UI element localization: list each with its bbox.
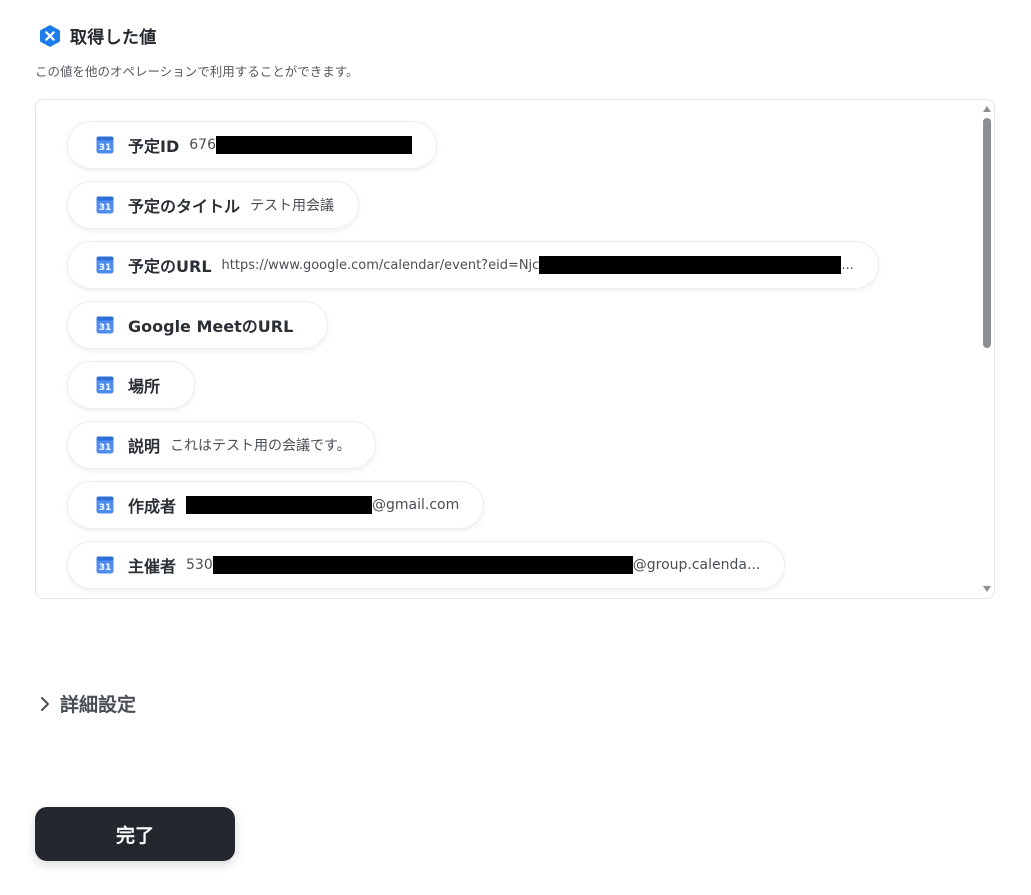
value-text: テスト用会議: [250, 198, 335, 214]
value-chip-location[interactable]: 31 場所: [67, 361, 196, 409]
svg-text:31: 31: [99, 563, 112, 573]
value-chip-value: これはテスト用の会議です。: [170, 435, 351, 455]
value-text: https://www.google.com/calendar/event?ei…: [221, 257, 540, 273]
details-toggle[interactable]: 詳細設定: [38, 690, 136, 717]
value-text: @gmail.com: [372, 497, 460, 513]
value-chip-value: 676: [189, 136, 412, 154]
value-chip-label: 予定のURL: [128, 257, 212, 276]
value-text: 530: [186, 557, 213, 573]
section-subtitle: この値を他のオペレーションで利用することができます。: [35, 64, 359, 79]
value-chip-event-title[interactable]: 31 予定のタイトル テスト用会議: [67, 181, 360, 229]
section-header: 取得した値: [38, 23, 157, 48]
value-chip-meet-url[interactable]: 31 Google MeetのURL: [67, 301, 329, 349]
google-calendar-icon: 31: [96, 556, 114, 574]
redaction-block: [186, 496, 373, 514]
details-label: 詳細設定: [60, 694, 137, 716]
value-text: これはテスト用の会議です。: [170, 438, 351, 454]
value-chip-description[interactable]: 31 説明 これはテスト用の会議です。: [67, 421, 376, 469]
values-panel: 31 予定ID 676 31 予定のタイトル テスト用会議 31 予定のURL …: [35, 99, 995, 599]
value-chip-event-url[interactable]: 31 予定のURL https://www.google.com/calenda…: [67, 241, 879, 289]
google-calendar-icon: 31: [96, 376, 114, 394]
value-chip-label: 作成者: [128, 497, 177, 516]
section-title: 取得した値: [70, 28, 157, 48]
redaction-block: [212, 556, 633, 574]
value-chip-value: 530 @group.calenda...: [186, 556, 760, 574]
google-calendar-icon: 31: [96, 496, 114, 514]
scrollbar-thumb[interactable]: [983, 118, 991, 348]
value-text: @group.calenda...: [632, 557, 761, 573]
chevron-right-icon: [41, 696, 49, 711]
svg-text:31: 31: [99, 383, 112, 393]
svg-text:31: 31: [99, 443, 112, 453]
value-chip-label: Google MeetのURL: [128, 317, 294, 336]
redaction-block: [215, 136, 412, 154]
value-text: 676: [189, 137, 216, 153]
google-calendar-icon: 31: [96, 136, 114, 154]
redaction-block: [539, 256, 842, 274]
done-button[interactable]: 完了: [35, 807, 235, 861]
google-calendar-icon: 31: [96, 436, 114, 454]
value-chip-creator[interactable]: 31 作成者 @gmail.com: [67, 481, 485, 529]
scroll-up-arrow[interactable]: [983, 106, 991, 112]
value-chip-label: 説明: [128, 437, 161, 456]
value-ellipsis: ...: [841, 257, 854, 273]
svg-text:31: 31: [99, 263, 112, 273]
value-chip-value: @gmail.com: [186, 496, 459, 514]
svg-text:31: 31: [99, 143, 112, 153]
svg-text:31: 31: [99, 203, 112, 213]
svg-text:31: 31: [99, 323, 112, 333]
scroll-down-arrow[interactable]: [983, 586, 991, 592]
google-calendar-icon: 31: [96, 316, 114, 334]
value-chip-label: 予定ID: [128, 137, 180, 156]
value-chip-value: https://www.google.com/calendar/event?ei…: [222, 256, 854, 274]
svg-text:31: 31: [99, 503, 112, 513]
value-chip-event-id[interactable]: 31 予定ID 676: [67, 121, 437, 169]
value-chip-label: 場所: [128, 377, 161, 396]
google-calendar-icon: 31: [96, 256, 114, 274]
value-chip-value: テスト用会議: [250, 195, 334, 215]
value-chip-label: 主催者: [128, 557, 177, 576]
value-chip-label: 予定のタイトル: [128, 197, 241, 216]
google-calendar-icon: 31: [96, 196, 114, 214]
hexagon-x-icon: [40, 24, 60, 47]
value-chip-organizer[interactable]: 31 主催者 530 @group.calenda...: [67, 541, 786, 589]
